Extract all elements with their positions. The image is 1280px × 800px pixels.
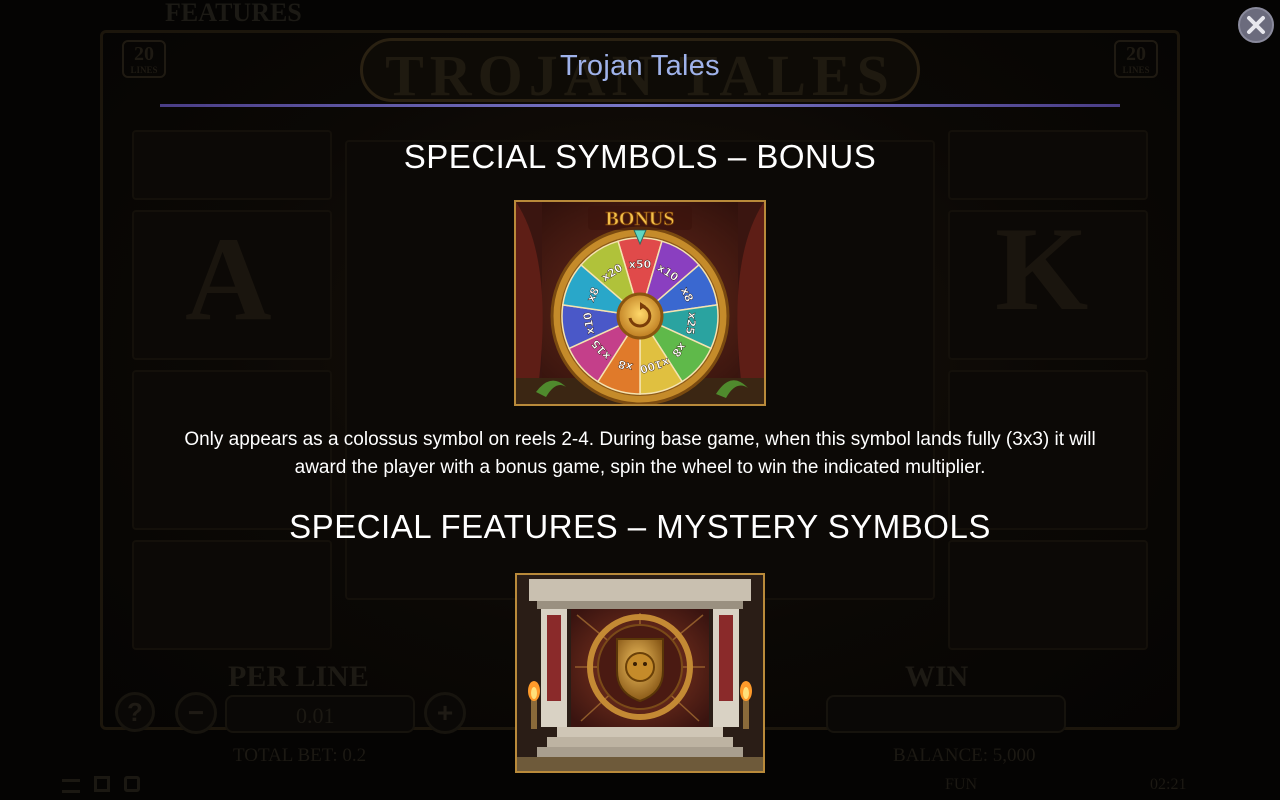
bonus-section-title: SPECIAL SYMBOLS – BONUS — [403, 138, 877, 175]
page-title: Trojan Tales — [560, 50, 720, 82]
bonus-symbol-image: x50 x10 x8 x25 x8 x100 x8 x15 x10 x8 x20 BONUS — [514, 200, 766, 406]
close-button[interactable] — [1238, 7, 1274, 43]
bonus-description-line-2: award the player with a bonus game, spin… — [294, 457, 986, 478]
mystery-temple-art — [517, 575, 763, 771]
bonus-description-line-1: Only appears as a colossus symbol on ree… — [184, 429, 1096, 450]
mystery-section-title: SPECIAL FEATURES – MYSTERY SYMBOLS — [289, 508, 991, 545]
bonus-word: BONUS — [606, 208, 675, 230]
mystery-symbol-image — [515, 573, 765, 773]
paytable-overlay: Trojan Tales SPECIAL SYMBOLS – BONUS x50… — [0, 0, 1280, 800]
wheel-multiplier-label: x50 — [629, 258, 652, 271]
close-icon — [1247, 16, 1265, 34]
bonus-description: Only appears as a colossus symbol on ree… — [120, 426, 1160, 482]
bonus-wheel-art: x50 x10x8x25x8x100x8x15x10x8x20 BONUS — [516, 202, 764, 404]
header-divider — [160, 104, 1120, 107]
